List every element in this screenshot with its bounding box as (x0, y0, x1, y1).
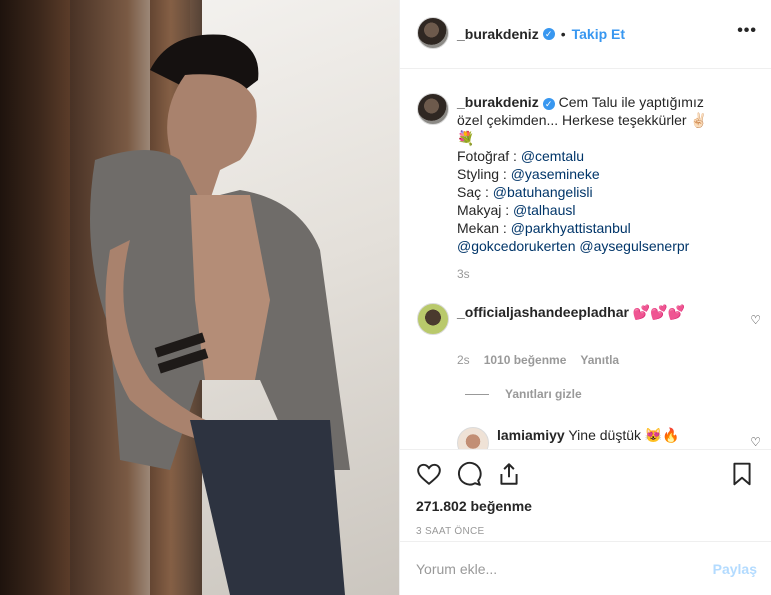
action-icons (416, 460, 755, 488)
verified-badge-icon: ✓ (542, 28, 555, 40)
caption-author-avatar[interactable] (417, 93, 449, 125)
extra-mentions-link[interactable]: @gokcedorukerten @aysegulsenerpr (457, 237, 717, 255)
separator-dot: • (560, 26, 566, 42)
caption-username[interactable]: _burakdeniz (457, 94, 539, 110)
author-username[interactable]: _burakdeniz (457, 26, 539, 42)
caption: _burakdeniz ✓ Cem Talu ile yaptığımız öze… (457, 93, 717, 283)
caption-credit-line: Fotoğraf : @cemtalu (457, 147, 717, 165)
post-photo[interactable] (0, 0, 399, 595)
like-heart-icon[interactable] (416, 461, 442, 487)
caption-credit-line: Styling : @yasemineke (457, 165, 717, 183)
follow-button[interactable]: Takip Et (572, 26, 625, 42)
comment-username[interactable]: _officialjashandeepladhar (457, 304, 629, 320)
post-actions: 271.802 beğenme 3 SAAT ÖNCE (400, 449, 771, 549)
caption-time: 3s (457, 267, 470, 281)
author-avatar[interactable] (417, 17, 449, 49)
comment-time: 2s (457, 353, 470, 367)
comments-section: _burakdeniz ✓ Cem Talu ile yaptığımız öze… (400, 69, 771, 449)
verified-badge-icon: ✓ (542, 98, 555, 110)
comment: _officialjashandeepladhar 💕💕💕 (457, 303, 707, 321)
hide-replies-label: Yanıtları gizle (505, 387, 582, 401)
more-options-icon[interactable]: ••• (737, 22, 757, 40)
hide-replies-line (465, 393, 489, 395)
caption-credit-line: Makyaj : @talhausl (457, 201, 717, 219)
credit-label: Saç : (457, 184, 493, 200)
comment-text: 💕💕💕 (632, 304, 686, 320)
comment-text: Yine düştük 😻🔥 (568, 427, 680, 443)
credit-label: Fotoğraf : (457, 148, 521, 164)
post-timestamp: 3 SAAT ÖNCE (416, 526, 485, 537)
share-icon[interactable] (496, 461, 522, 487)
credit-label: Mekan : (457, 220, 511, 236)
credit-label: Styling : (457, 166, 511, 182)
comment-meta: 2s 1010 beğenme Yanıtla (457, 353, 619, 367)
likes-count[interactable]: 271.802 beğenme (416, 498, 755, 514)
add-comment-bar: Paylaş (400, 541, 771, 595)
post-comment-button[interactable]: Paylaş (713, 561, 757, 577)
mention-link[interactable]: @talhausl (513, 202, 575, 218)
mention-link[interactable]: @parkhyattistanbul (511, 220, 631, 236)
comment-username[interactable]: lamiamiyy (497, 427, 565, 443)
comment-likes-count[interactable]: 1010 beğenme (484, 353, 567, 367)
commenter-avatar[interactable] (457, 427, 489, 449)
photo-figure (90, 34, 350, 595)
caption-credit-line: Mekan : @parkhyattistanbul (457, 219, 717, 237)
commenter-avatar[interactable] (417, 303, 449, 335)
credit-label: Makyaj : (457, 202, 514, 218)
comment-like-heart-icon[interactable]: ♡ (750, 313, 761, 327)
mention-link[interactable]: @yasemineke (511, 166, 600, 182)
comment-bubble-icon[interactable] (456, 461, 482, 487)
hide-replies-button[interactable]: Yanıtları gizle (465, 387, 582, 401)
mention-link[interactable]: @batuhangelisli (493, 184, 593, 200)
instagram-post: _burakdeniz ✓ • Takip Et ••• _burakdeniz… (0, 0, 771, 595)
reply-button[interactable]: Yanıtla (580, 353, 619, 367)
comment-input[interactable] (414, 559, 713, 578)
caption-credit-line: Saç : @batuhangelisli (457, 183, 717, 201)
post-side-panel: _burakdeniz ✓ • Takip Et ••• _burakdeniz… (399, 0, 771, 595)
mention-link[interactable]: @cemtalu (521, 148, 584, 164)
comment-like-heart-icon[interactable]: ♡ (750, 435, 761, 449)
post-header: _burakdeniz ✓ • Takip Et ••• (400, 0, 771, 69)
bookmark-icon[interactable] (729, 461, 755, 487)
reply-comment: lamiamiyy Yine düştük 😻🔥 (497, 427, 680, 444)
